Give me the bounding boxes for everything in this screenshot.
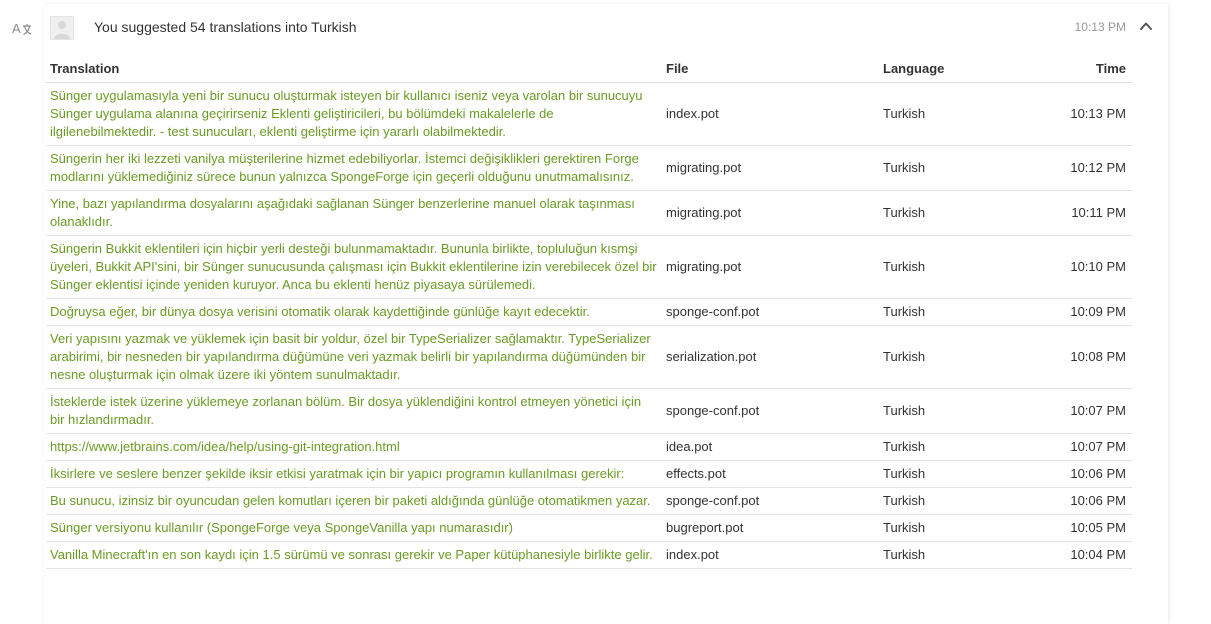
- time-cell: 10:12 PM: [1039, 145, 1132, 191]
- time-cell: 10:13 PM: [1039, 82, 1132, 146]
- language-cell: Turkish: [879, 82, 1039, 146]
- table-row: https://www.jetbrains.com/idea/help/usin…: [46, 433, 1132, 461]
- time-cell: 10:07 PM: [1039, 433, 1132, 461]
- translation-cell: Vanilla Minecraft'ın en son kaydı için 1…: [46, 541, 662, 569]
- language-cell: Turkish: [879, 388, 1039, 434]
- translation-link[interactable]: Vanilla Minecraft'ın en son kaydı için 1…: [50, 547, 653, 562]
- activity-title: You suggested 54 translations into Turki…: [94, 19, 357, 35]
- translation-cell: Veri yapısını yazmak ve yüklemek için ba…: [46, 325, 662, 389]
- time-cell: 10:11 PM: [1039, 190, 1132, 236]
- left-gutter: A: [0, 0, 44, 607]
- translation-link[interactable]: Süngerin Bukkit eklentileri için hiçbir …: [50, 241, 657, 292]
- file-cell: index.pot: [662, 541, 879, 569]
- translation-cell: Yine, bazı yapılandırma dosyalarını aşağ…: [46, 190, 662, 236]
- translation-cell: Süngerin her iki lezzeti vanilya müşteri…: [46, 145, 662, 191]
- time-cell: 10:10 PM: [1039, 235, 1132, 299]
- time-cell: 10:04 PM: [1039, 541, 1132, 569]
- translation-link[interactable]: İsteklerde istek üzerine yüklemeye zorla…: [50, 394, 641, 427]
- translation-link[interactable]: Yine, bazı yapılandırma dosyalarını aşağ…: [50, 196, 635, 229]
- time-cell: 10:06 PM: [1039, 460, 1132, 488]
- table-header-row: Translation File Language Time: [46, 56, 1132, 83]
- table-row: Bu sunucu, izinsiz bir oyuncudan gelen k…: [46, 487, 1132, 515]
- file-cell: sponge-conf.pot: [662, 388, 879, 434]
- table-row: Sünger versiyonu kullanılır (SpongeForge…: [46, 514, 1132, 542]
- translation-link[interactable]: Bu sunucu, izinsiz bir oyuncudan gelen k…: [50, 493, 651, 508]
- table-row: Süngerin her iki lezzeti vanilya müşteri…: [46, 145, 1132, 191]
- language-cell: Turkish: [879, 487, 1039, 515]
- user-silhouette-icon: [54, 21, 70, 39]
- table-row: Vanilla Minecraft'ın en son kaydı için 1…: [46, 541, 1132, 569]
- activity-header: You suggested 54 translations into Turki…: [44, 4, 1168, 50]
- file-cell: idea.pot: [662, 433, 879, 461]
- chevron-up-icon[interactable]: [1138, 18, 1154, 34]
- table-row: Veri yapısını yazmak ve yüklemek için ba…: [46, 325, 1132, 389]
- translation-link[interactable]: İksirlere ve seslere benzer şekilde iksi…: [50, 466, 624, 481]
- translation-cell: İksirlere ve seslere benzer şekilde iksi…: [46, 460, 662, 488]
- language-cell: Turkish: [879, 145, 1039, 191]
- translation-link[interactable]: Sünger versiyonu kullanılır (SpongeForge…: [50, 520, 513, 535]
- file-cell: bugreport.pot: [662, 514, 879, 542]
- file-cell: migrating.pot: [662, 190, 879, 236]
- language-cell: Turkish: [879, 460, 1039, 488]
- table-row: Yine, bazı yapılandırma dosyalarını aşağ…: [46, 190, 1132, 236]
- translation-cell: Bu sunucu, izinsiz bir oyuncudan gelen k…: [46, 487, 662, 515]
- language-cell: Turkish: [879, 325, 1039, 389]
- table-row: Sünger uygulamasıyla yeni bir sunucu olu…: [46, 82, 1132, 146]
- time-cell: 10:05 PM: [1039, 514, 1132, 542]
- file-cell: effects.pot: [662, 460, 879, 488]
- translation-link[interactable]: Süngerin her iki lezzeti vanilya müşteri…: [50, 151, 639, 184]
- translation-link[interactable]: Veri yapısını yazmak ve yüklemek için ba…: [50, 331, 651, 382]
- translation-link[interactable]: Doğruysa eğer, bir dünya dosya verisini …: [50, 304, 590, 319]
- time-cell: 10:08 PM: [1039, 325, 1132, 389]
- column-header-translation: Translation: [46, 56, 662, 83]
- svg-text:A: A: [12, 21, 21, 36]
- column-header-file: File: [662, 56, 879, 83]
- translations-table: Translation File Language Time Sünger uy…: [46, 56, 1132, 569]
- translation-link[interactable]: https://www.jetbrains.com/idea/help/usin…: [50, 439, 400, 454]
- translation-cell: Süngerin Bukkit eklentileri için hiçbir …: [46, 235, 662, 299]
- avatar: [50, 16, 74, 40]
- table-row: Doğruysa eğer, bir dünya dosya verisini …: [46, 298, 1132, 326]
- translation-cell: İsteklerde istek üzerine yüklemeye zorla…: [46, 388, 662, 434]
- translation-cell: Sünger uygulamasıyla yeni bir sunucu olu…: [46, 82, 662, 146]
- file-cell: sponge-conf.pot: [662, 298, 879, 326]
- translate-icon: A: [12, 20, 32, 38]
- column-header-time: Time: [1039, 56, 1132, 83]
- language-cell: Turkish: [879, 235, 1039, 299]
- table-row: İsteklerde istek üzerine yüklemeye zorla…: [46, 388, 1132, 434]
- time-cell: 10:09 PM: [1039, 298, 1132, 326]
- language-cell: Turkish: [879, 433, 1039, 461]
- language-cell: Turkish: [879, 190, 1039, 236]
- file-cell: sponge-conf.pot: [662, 487, 879, 515]
- translation-cell: Doğruysa eğer, bir dünya dosya verisini …: [46, 298, 662, 326]
- time-cell: 10:07 PM: [1039, 388, 1132, 434]
- language-cell: Turkish: [879, 298, 1039, 326]
- activity-time: 10:13 PM: [1074, 20, 1126, 34]
- language-cell: Turkish: [879, 541, 1039, 569]
- table-row: Süngerin Bukkit eklentileri için hiçbir …: [46, 235, 1132, 299]
- column-header-language: Language: [879, 56, 1039, 83]
- file-cell: migrating.pot: [662, 235, 879, 299]
- activity-card: You suggested 54 translations into Turki…: [44, 4, 1168, 624]
- file-cell: serialization.pot: [662, 325, 879, 389]
- file-cell: index.pot: [662, 82, 879, 146]
- file-cell: migrating.pot: [662, 145, 879, 191]
- table-row: İksirlere ve seslere benzer şekilde iksi…: [46, 460, 1132, 488]
- translation-link[interactable]: Sünger uygulamasıyla yeni bir sunucu olu…: [50, 88, 643, 139]
- translation-cell: Sünger versiyonu kullanılır (SpongeForge…: [46, 514, 662, 542]
- translation-cell: https://www.jetbrains.com/idea/help/usin…: [46, 433, 662, 461]
- language-cell: Turkish: [879, 514, 1039, 542]
- time-cell: 10:06 PM: [1039, 487, 1132, 515]
